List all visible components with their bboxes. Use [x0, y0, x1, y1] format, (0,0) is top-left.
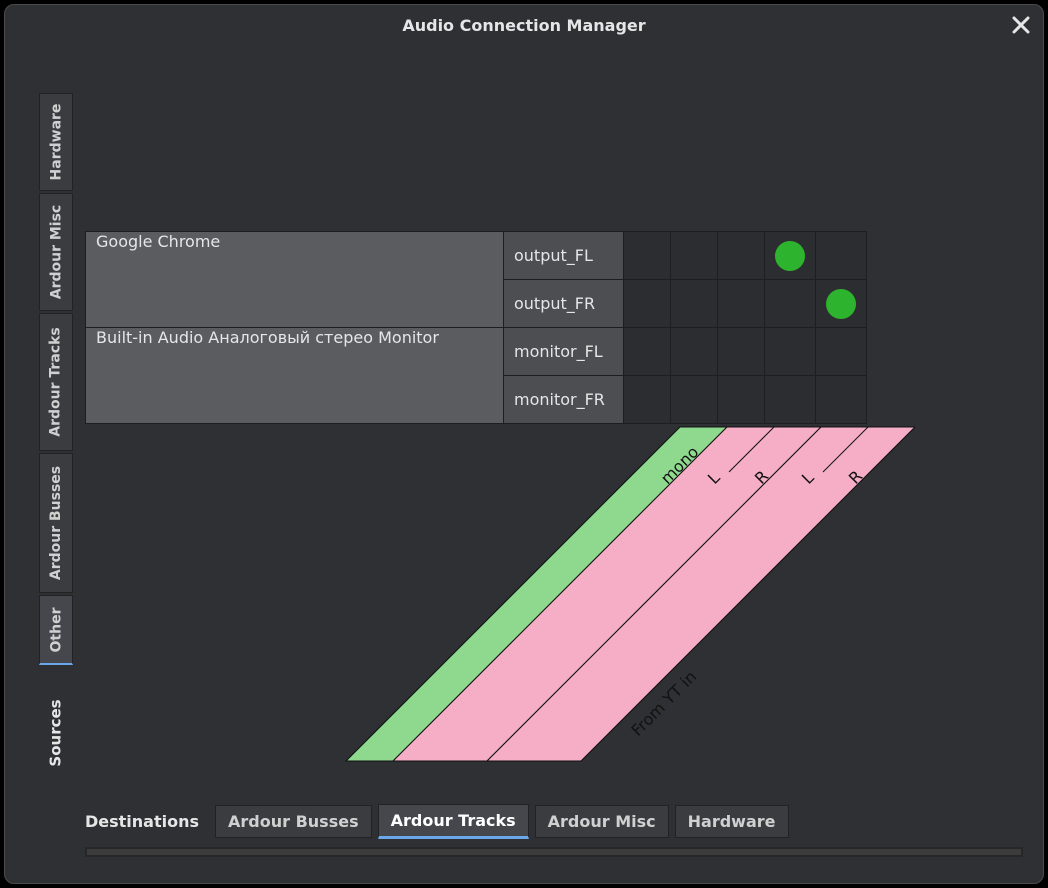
patch-cell-google-chrome-output_FL-to-guitar-2-L[interactable]	[671, 232, 718, 280]
patch-cell-google-chrome-output_FL-to-guitar-2-R[interactable]	[718, 232, 765, 280]
body: Hardware Ardour Misc Ardour Tracks Ardou…	[25, 63, 1023, 863]
sources-axis-label: Sources	[39, 683, 73, 783]
patch-cell-builtin-audio-monitor_FR-to-from-yt-R[interactable]	[816, 376, 867, 424]
svg-text:mono: mono	[657, 442, 702, 487]
patch-cell-google-chrome-output_FL-to-guitar-1-mono[interactable]	[624, 232, 671, 280]
source-port-builtin-audio-monitor_FR: monitor_FR	[504, 376, 624, 424]
close-button[interactable]	[1009, 13, 1033, 37]
patch-cell-google-chrome-output_FL-to-from-yt-L[interactable]	[765, 232, 816, 280]
svg-text:L: L	[704, 468, 724, 488]
patch-cell-builtin-audio-monitor_FL-to-guitar-1-mono[interactable]	[624, 328, 671, 376]
connection-dot	[826, 289, 856, 319]
patch-cell-builtin-audio-monitor_FL-to-guitar-2-R[interactable]	[718, 328, 765, 376]
source-tab-hardware[interactable]: Hardware	[39, 93, 73, 191]
destination-tab-row: Destinations Ardour Busses Ardour Tracks…	[85, 804, 789, 839]
patch-cell-builtin-audio-monitor_FR-to-guitar-2-L[interactable]	[671, 376, 718, 424]
patch-cell-builtin-audio-monitor_FR-to-from-yt-L[interactable]	[765, 376, 816, 424]
source-group-google-chrome: Google Chrome	[86, 232, 504, 328]
source-port-google-chrome-output_FL: output_FL	[504, 232, 624, 280]
source-tab-other[interactable]: Other	[39, 595, 73, 665]
patch-table: Google Chromeoutput_FLoutput_FRBuilt-in …	[85, 231, 867, 424]
dest-tab-ardour-tracks[interactable]: Ardour Tracks	[378, 804, 529, 839]
patch-grid: Google Chromeoutput_FLoutput_FRBuilt-in …	[85, 231, 915, 424]
connection-dot	[775, 241, 805, 271]
patch-cell-builtin-audio-monitor_FR-to-guitar-2-R[interactable]	[718, 376, 765, 424]
source-tab-ardour-misc[interactable]: Ardour Misc	[39, 193, 73, 311]
dest-tab-ardour-misc[interactable]: Ardour Misc	[535, 805, 669, 838]
destinations-axis-label: Destinations	[85, 812, 199, 831]
audio-connection-manager-window: Audio Connection Manager Hardware Ardour…	[4, 4, 1044, 884]
source-group-builtin-audio: Built-in Audio Аналоговый стерео Monitor	[86, 328, 504, 424]
patch-cell-google-chrome-output_FR-to-guitar-2-L[interactable]	[671, 280, 718, 328]
source-tab-ardour-tracks[interactable]: Ardour Tracks	[39, 313, 73, 451]
patch-cell-builtin-audio-monitor_FL-to-from-yt-R[interactable]	[816, 328, 867, 376]
patch-cell-builtin-audio-monitor_FL-to-from-yt-L[interactable]	[765, 328, 816, 376]
source-port-builtin-audio-monitor_FL: monitor_FL	[504, 328, 624, 376]
patch-cell-google-chrome-output_FR-to-from-yt-R[interactable]	[816, 280, 867, 328]
close-icon	[1012, 16, 1030, 34]
svg-text:Guitar 1 in: Guitar 1 in	[463, 667, 536, 740]
scrollbar-thumb[interactable]	[87, 849, 1021, 855]
source-tab-ardour-busses[interactable]: Ardour Busses	[39, 453, 73, 593]
horizontal-scrollbar[interactable]	[85, 847, 1023, 857]
patch-cell-builtin-audio-monitor_FR-to-guitar-1-mono[interactable]	[624, 376, 671, 424]
source-port-google-chrome-output_FR: output_FR	[504, 280, 624, 328]
patch-cell-builtin-audio-monitor_FL-to-guitar-2-L[interactable]	[671, 328, 718, 376]
titlebar: Audio Connection Manager	[5, 5, 1043, 45]
dest-tab-hardware[interactable]: Hardware	[675, 805, 789, 838]
dest-tab-ardour-busses[interactable]: Ardour Busses	[215, 805, 372, 838]
svg-text:R: R	[845, 467, 866, 488]
svg-text:L: L	[798, 468, 818, 488]
window-title: Audio Connection Manager	[402, 16, 645, 35]
svg-text:R: R	[751, 467, 772, 488]
patch-cell-google-chrome-output_FR-to-guitar-2-R[interactable]	[718, 280, 765, 328]
patch-cell-google-chrome-output_FR-to-from-yt-L[interactable]	[765, 280, 816, 328]
svg-text:Guitar 2 in: Guitar 2 in	[533, 667, 606, 740]
patch-cell-google-chrome-output_FR-to-guitar-1-mono[interactable]	[624, 280, 671, 328]
patch-cell-google-chrome-output_FL-to-from-yt-R[interactable]	[816, 232, 867, 280]
svg-text:From YT in: From YT in	[627, 667, 700, 740]
